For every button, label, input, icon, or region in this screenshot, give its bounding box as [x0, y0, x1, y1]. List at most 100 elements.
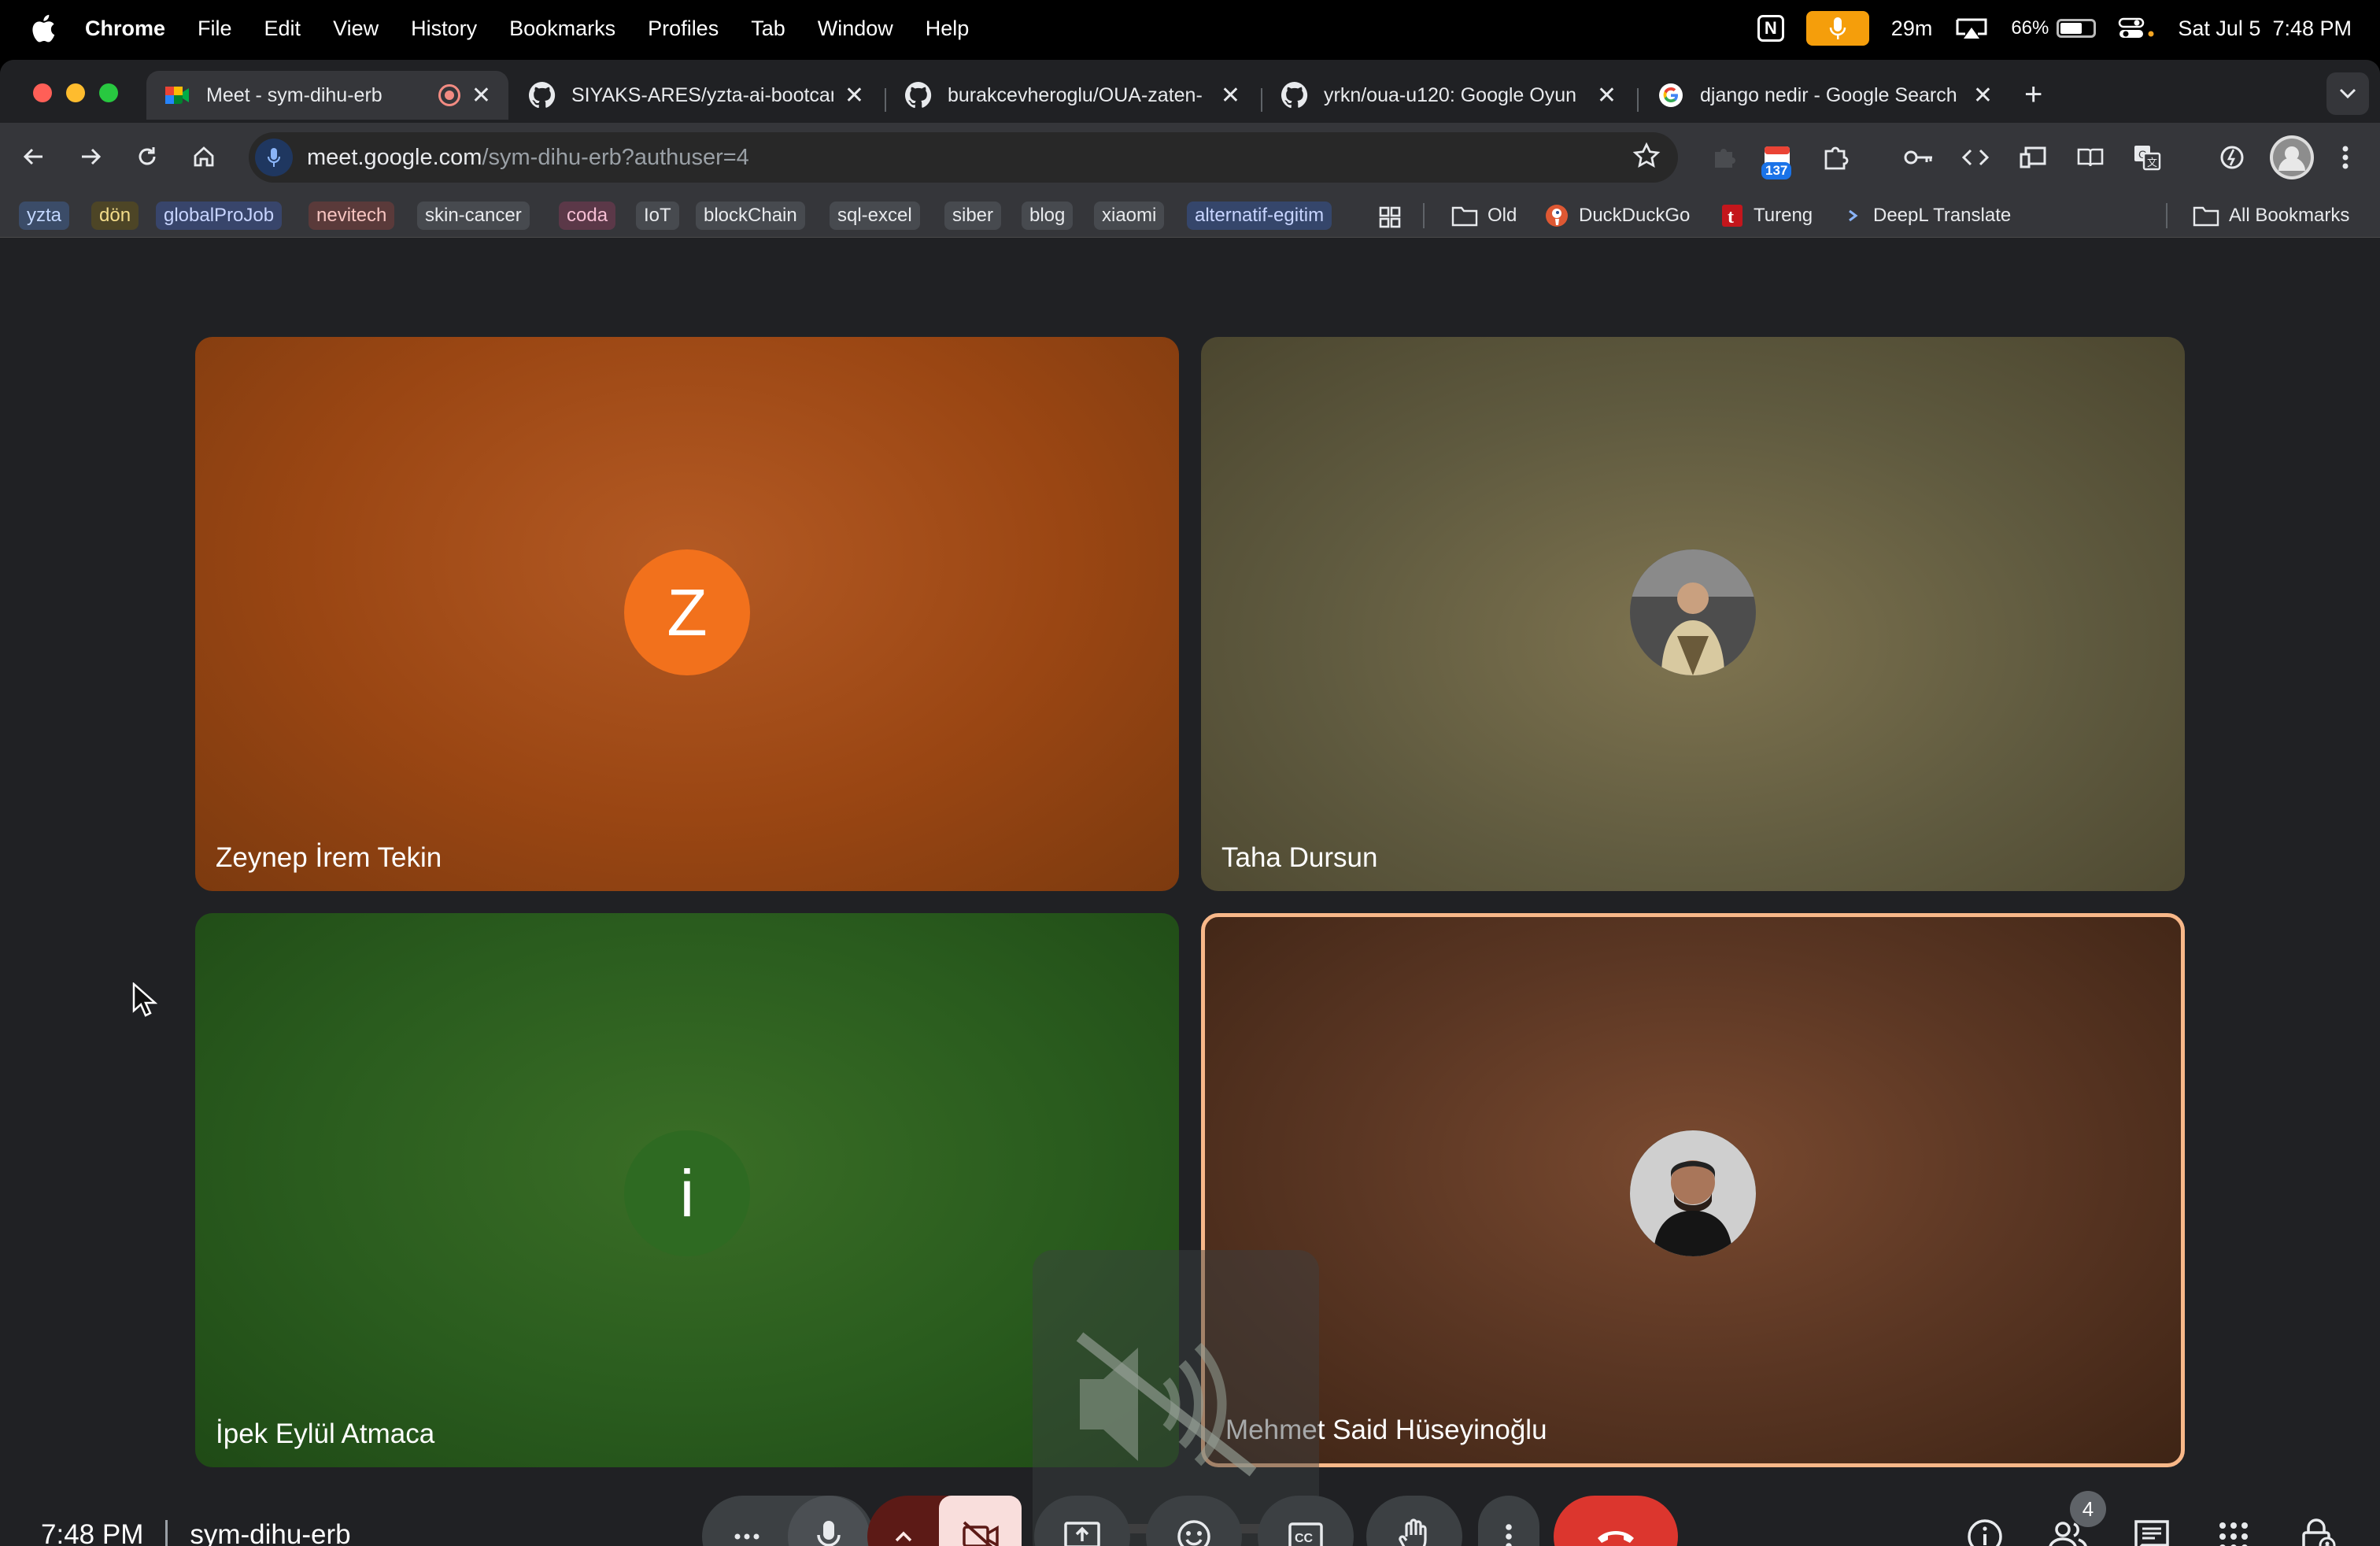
raise-hand-button[interactable]: [1366, 1496, 1462, 1546]
lock-person-icon: [2302, 1518, 2336, 1546]
participant-tile[interactable]: i İpek Eylül Atmaca: [195, 913, 1179, 1467]
bookmark-tureng[interactable]: t Tureng: [1720, 202, 1813, 230]
bookmark-tag[interactable]: blog: [1022, 202, 1074, 230]
close-tab-icon[interactable]: ✕: [1221, 82, 1240, 109]
bookmark-tag[interactable]: coda: [559, 202, 616, 230]
close-tab-icon[interactable]: ✕: [471, 82, 491, 109]
participant-tile[interactable]: Taha Dursun: [1201, 337, 2185, 891]
calendar-extension-button[interactable]: 137: [1760, 140, 1794, 179]
tab-github-1[interactable]: SIYAKS-ARES/yzta-ai-bootcamp ✕: [512, 71, 881, 120]
captions-button[interactable]: CC: [1258, 1496, 1354, 1546]
chat-button[interactable]: [2123, 1508, 2180, 1546]
bookmark-tag[interactable]: siber: [944, 202, 1002, 230]
meeting-time: 7:48 PM: [41, 1519, 144, 1546]
tureng-icon: t: [1722, 205, 1743, 227]
reload-button[interactable]: [129, 139, 165, 175]
bookmark-deepl[interactable]: DeepL Translate: [1845, 202, 2011, 230]
new-tab-button[interactable]: +: [2024, 77, 2042, 113]
notion-icon[interactable]: N: [1757, 15, 1784, 42]
extension-puzzle-dim-icon[interactable]: [1706, 140, 1741, 175]
apple-logo-icon[interactable]: [28, 13, 57, 44]
host-controls-button[interactable]: [2290, 1508, 2347, 1546]
participant-tile-speaking[interactable]: Mehmet Said Hüseyinoğlu: [1201, 913, 2185, 1467]
translate-button[interactable]: G文: [2130, 140, 2164, 175]
puzzle-icon: [1824, 146, 1849, 170]
microphone-toggle-button[interactable]: [788, 1496, 870, 1546]
all-bookmarks-button[interactable]: All Bookmarks: [2193, 202, 2349, 230]
timer-text[interactable]: 29m: [1891, 17, 1933, 41]
back-button[interactable]: [16, 139, 52, 175]
bookmark-tag[interactable]: sql-excel: [830, 202, 920, 230]
airplay-icon[interactable]: [1954, 17, 1989, 40]
datetime-text[interactable]: Sat Jul 5 7:48 PM: [2178, 17, 2352, 41]
menu-app-name[interactable]: Chrome: [85, 17, 165, 41]
url-text[interactable]: meet.google.com/sym-dihu-erb?authuser=4: [307, 145, 749, 171]
devices-icon: [2020, 146, 2046, 168]
devtools-button[interactable]: [1958, 140, 1993, 175]
tab-meet[interactable]: Meet - sym-dihu-erb ✕: [146, 71, 508, 120]
menu-help[interactable]: Help: [926, 17, 970, 41]
tab-groups-button[interactable]: [1373, 200, 1407, 235]
menu-tab[interactable]: Tab: [751, 17, 785, 41]
performance-button[interactable]: [2215, 140, 2249, 175]
bookmark-tag[interactable]: globalProJob: [156, 202, 283, 230]
minimize-window-button[interactable]: [66, 83, 85, 102]
menu-view[interactable]: View: [333, 17, 379, 41]
profile-avatar[interactable]: [2270, 135, 2314, 179]
mic-in-use-indicator[interactable]: [1805, 11, 1869, 46]
maximize-window-button[interactable]: [99, 83, 118, 102]
present-screen-button[interactable]: [1034, 1496, 1130, 1546]
reactions-button[interactable]: [1146, 1496, 1242, 1546]
tab-google-search[interactable]: django nedir - Google Search ✕: [1640, 71, 2010, 120]
extensions-button[interactable]: [1818, 140, 1853, 175]
audio-settings-button[interactable]: [706, 1496, 788, 1546]
close-tab-icon[interactable]: ✕: [1597, 82, 1617, 109]
menu-edit[interactable]: Edit: [264, 17, 301, 41]
browser-menu-button[interactable]: [2328, 140, 2363, 175]
audio-controls-group: [702, 1496, 874, 1546]
tab-github-3[interactable]: yrkn/oua-u120: Google Oyun ✕: [1264, 71, 1634, 120]
menu-file[interactable]: File: [198, 17, 232, 41]
bookmark-tag[interactable]: IoT: [636, 202, 679, 230]
tab-github-2[interactable]: burakcevheroglu/OUA-zaten- ✕: [888, 71, 1258, 120]
control-center-icon[interactable]: [2118, 17, 2156, 40]
responsive-mode-button[interactable]: [2016, 140, 2051, 175]
home-button[interactable]: [186, 139, 222, 175]
close-tab-icon[interactable]: ✕: [1973, 82, 1993, 109]
tab-search-button[interactable]: [2326, 72, 2369, 115]
password-manager-button[interactable]: [1901, 140, 1936, 175]
close-tab-icon[interactable]: ✕: [844, 82, 864, 109]
address-bar[interactable]: meet.google.com/sym-dihu-erb?authuser=4: [249, 132, 1678, 183]
apps-grid-icon: [2219, 1522, 2248, 1546]
bookmark-star-icon[interactable]: [1632, 142, 1661, 170]
bookmark-folder-old[interactable]: Old: [1451, 202, 1517, 230]
bookmark-tag[interactable]: dön: [91, 202, 139, 230]
more-options-button[interactable]: [1478, 1496, 1539, 1546]
activities-button[interactable]: [2205, 1508, 2262, 1546]
meeting-details-button[interactable]: [1957, 1508, 2013, 1546]
menu-history[interactable]: History: [411, 17, 477, 41]
bookmark-tag[interactable]: nevitech: [309, 202, 395, 230]
svg-text:文: 文: [2147, 157, 2157, 168]
forward-button[interactable]: [72, 139, 109, 175]
bookmark-tag[interactable]: skin-cancer: [417, 202, 530, 230]
camera-toggle-button[interactable]: [939, 1496, 1022, 1546]
home-icon: [194, 146, 214, 167]
menu-bookmarks[interactable]: Bookmarks: [509, 17, 615, 41]
bookmark-tag[interactable]: xiaomi: [1094, 202, 1165, 230]
participant-tile[interactable]: Z Zeynep İrem Tekin: [195, 337, 1179, 891]
reading-mode-button[interactable]: [2073, 140, 2108, 175]
meeting-code[interactable]: sym-dihu-erb: [190, 1519, 350, 1546]
site-mic-permission-button[interactable]: [255, 139, 293, 176]
menu-profiles[interactable]: Profiles: [648, 17, 719, 41]
meeting-info-text: 7:48 PM sym-dihu-erb: [41, 1519, 351, 1546]
bookmark-tag[interactable]: alternatif-egitim: [1187, 202, 1332, 230]
menu-window[interactable]: Window: [818, 17, 893, 41]
bookmark-tag[interactable]: blockChain: [696, 202, 805, 230]
video-settings-button[interactable]: [867, 1496, 939, 1546]
close-window-button[interactable]: [33, 83, 52, 102]
leave-call-button[interactable]: [1554, 1496, 1678, 1546]
bookmark-tag[interactable]: yzta: [19, 202, 70, 230]
bookmark-duckduckgo[interactable]: DuckDuckGo: [1544, 202, 1690, 230]
battery-status[interactable]: 66%: [2011, 17, 2097, 39]
